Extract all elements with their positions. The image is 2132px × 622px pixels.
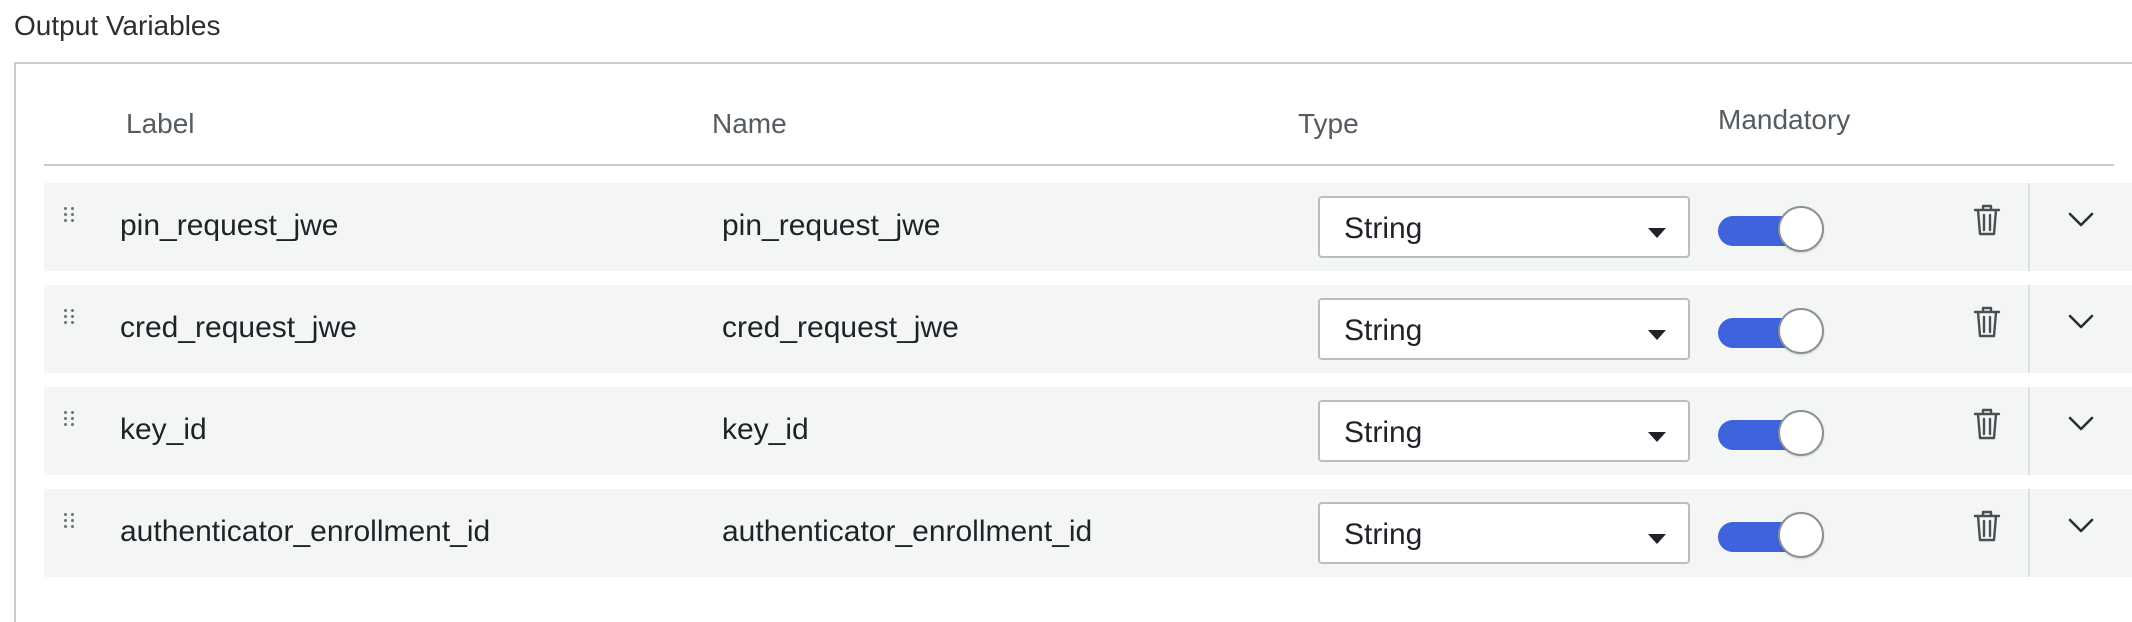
variable-name: cred_request_jwe (722, 311, 959, 344)
variable-name: key_id (722, 413, 809, 446)
row-divider (2028, 489, 2030, 577)
variable-name: authenticator_enrollment_id (722, 515, 1093, 548)
row-divider (2028, 183, 2030, 271)
variable-label: key_id (120, 413, 207, 446)
chevron-down-icon[interactable] (2066, 209, 2096, 229)
header-label: Label (126, 108, 195, 139)
drag-handle-icon[interactable] (64, 513, 78, 529)
toggle-knob (1778, 410, 1824, 456)
drag-handle-icon[interactable] (64, 207, 78, 223)
trash-icon[interactable] (1972, 203, 2002, 237)
section-title: Output Variables (14, 10, 221, 41)
caret-down-icon (1648, 228, 1666, 238)
caret-down-icon (1648, 432, 1666, 442)
table-row: authenticator_enrollment_id authenticato… (44, 489, 2132, 577)
caret-down-icon (1648, 330, 1666, 340)
mandatory-toggle[interactable] (1718, 308, 1824, 354)
header-type: Type (1298, 108, 1359, 139)
type-select-value: String (1344, 416, 1423, 449)
type-select-value: String (1344, 212, 1423, 245)
type-select[interactable]: String (1318, 502, 1690, 564)
row-divider (2028, 387, 2030, 475)
toggle-knob (1778, 206, 1824, 252)
chevron-down-icon[interactable] (2066, 515, 2096, 535)
table-row: pin_request_jwe pin_request_jwe String (44, 183, 2132, 271)
type-select[interactable]: String (1318, 196, 1690, 258)
mandatory-toggle[interactable] (1718, 512, 1824, 558)
table-row: key_id key_id String (44, 387, 2132, 475)
toggle-knob (1778, 308, 1824, 354)
type-select[interactable]: String (1318, 298, 1690, 360)
variable-name: pin_request_jwe (722, 209, 941, 242)
drag-handle-icon[interactable] (64, 309, 78, 325)
trash-icon[interactable] (1972, 305, 2002, 339)
variable-label: authenticator_enrollment_id (120, 515, 491, 548)
row-divider (2028, 285, 2030, 373)
type-select[interactable]: String (1318, 400, 1690, 462)
header-mandatory: Mandatory (1718, 104, 1851, 135)
chevron-down-icon[interactable] (2066, 311, 2096, 331)
table-header: Label Name Type Mandatory (44, 96, 2114, 166)
drag-handle-icon[interactable] (64, 411, 78, 427)
toggle-knob (1778, 512, 1824, 558)
caret-down-icon (1648, 534, 1666, 544)
type-select-value: String (1344, 518, 1423, 551)
variable-label: cred_request_jwe (120, 311, 357, 344)
trash-icon[interactable] (1972, 407, 2002, 441)
header-name: Name (712, 108, 787, 139)
mandatory-toggle[interactable] (1718, 410, 1824, 456)
type-select-value: String (1344, 314, 1423, 347)
trash-icon[interactable] (1972, 509, 2002, 543)
variable-label: pin_request_jwe (120, 209, 339, 242)
mandatory-toggle[interactable] (1718, 206, 1824, 252)
chevron-down-icon[interactable] (2066, 413, 2096, 433)
table-row: cred_request_jwe cred_request_jwe String (44, 285, 2132, 373)
